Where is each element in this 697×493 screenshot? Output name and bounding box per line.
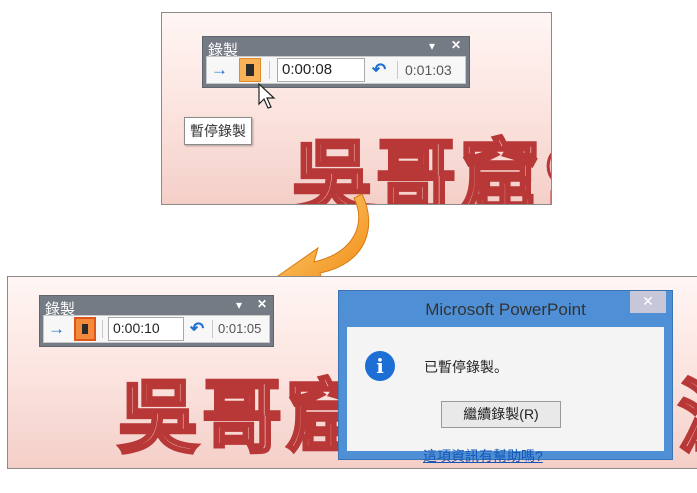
powerpoint-dialog: Microsoft PowerPoint ✕ i 已暫停錄製。 繼續錄製(R) …	[338, 290, 673, 464]
pause-button[interactable]	[74, 317, 96, 341]
mouse-cursor-icon	[258, 83, 276, 109]
elapsed-time-field[interactable]: 0:00:10	[108, 317, 184, 341]
chevron-down-icon[interactable]: ▾	[429, 39, 435, 53]
info-icon: i	[365, 351, 395, 381]
helpful-link[interactable]: 這項資訊有幫助嗎?	[423, 446, 543, 466]
recording-controls: → 0:00:10 ↶ 0:01:05	[43, 315, 270, 343]
dialog-title: Microsoft PowerPoint	[425, 300, 586, 319]
next-arrow-icon[interactable]: →	[211, 60, 228, 80]
next-arrow-icon[interactable]: →	[48, 319, 65, 339]
repeat-icon[interactable]: ↶	[190, 319, 204, 339]
close-icon[interactable]: ✕	[451, 38, 461, 52]
close-icon[interactable]: ✕	[630, 291, 666, 313]
total-time: 0:01:03	[405, 62, 452, 78]
close-icon[interactable]: ✕	[257, 297, 267, 311]
slide-title-text-right: 溫	[677, 353, 697, 468]
repeat-icon[interactable]: ↶	[372, 60, 386, 80]
total-time: 0:01:05	[218, 321, 262, 336]
dialog-body: i 已暫停錄製。 繼續錄製(R) 這項資訊有幫助嗎?	[347, 327, 664, 464]
tooltip: 暫停錄製	[184, 117, 252, 145]
chevron-down-icon[interactable]: ▾	[236, 298, 242, 312]
separator	[102, 320, 103, 338]
separator	[212, 320, 213, 338]
recording-controls: → 0:00:08 ↶ 0:01:03	[206, 56, 466, 84]
recording-toolbar[interactable]: 錄製 ▾ ✕ → 0:00:08 ↶ 0:01:03	[202, 36, 470, 88]
elapsed-time-field[interactable]: 0:00:08	[277, 58, 365, 82]
recording-toolbar[interactable]: 錄製 ▾ ✕ → 0:00:10 ↶ 0:01:05	[39, 295, 274, 347]
dialog-message: 已暫停錄製。	[424, 359, 508, 375]
separator	[269, 61, 270, 79]
top-screenshot: 吳哥窟9 錄製 ▾ ✕ → 0:00:08 ↶ 0:01:03 暫停錄製	[161, 12, 552, 205]
pause-button[interactable]	[239, 58, 261, 82]
separator	[397, 61, 398, 79]
bottom-screenshot: 吳哥窟9 溫 錄製 ▾ ✕ → 0:00:10 ↶ 0:01:05 Micros…	[7, 276, 697, 469]
resume-recording-button[interactable]: 繼續錄製(R)	[441, 401, 561, 428]
